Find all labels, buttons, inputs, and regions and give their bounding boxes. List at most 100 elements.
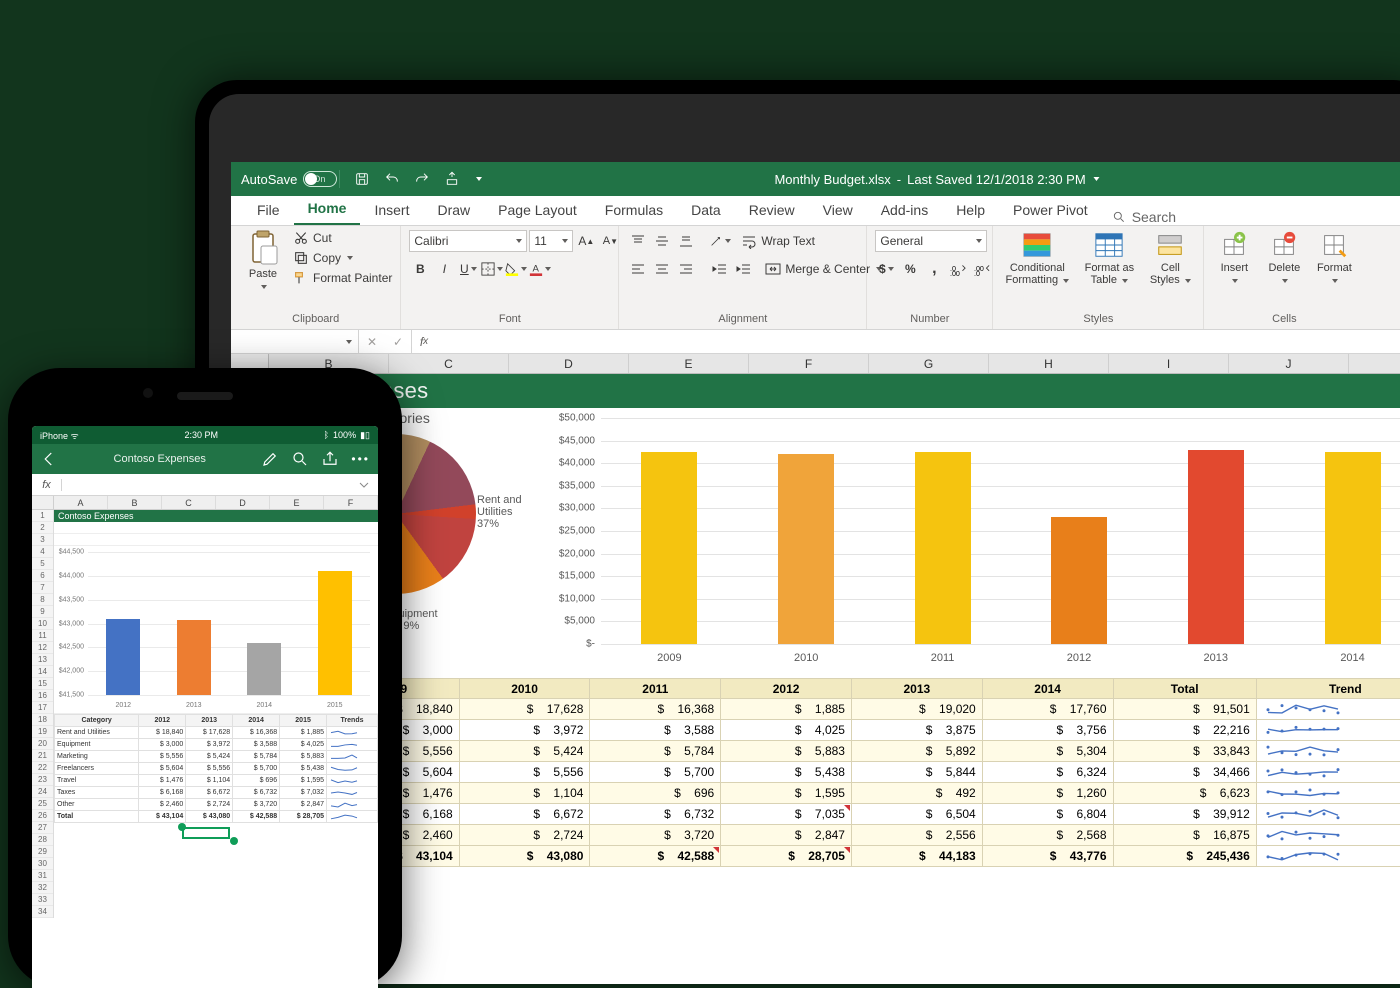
excel-desktop-window: AutoSave On Monthly Budget.xlsx - Last S… [231, 162, 1400, 984]
phone-sheet-title[interactable]: Contoso Expenses [54, 510, 378, 522]
column-header[interactable]: E [629, 354, 749, 373]
bar[interactable] [1325, 452, 1381, 644]
comma-format-icon[interactable]: , [923, 258, 945, 280]
tab-formulas[interactable]: Formulas [591, 196, 677, 225]
back-icon[interactable] [40, 450, 58, 468]
undo-icon[interactable] [384, 171, 400, 187]
fx-label[interactable]: fx [412, 330, 436, 353]
font-color-button[interactable]: A [529, 258, 551, 280]
phone-worksheet[interactable]: 1234567891011121314151617181920212223242… [32, 510, 378, 918]
qat-customize-icon[interactable] [476, 177, 482, 181]
tab-home[interactable]: Home [294, 194, 361, 225]
draw-icon[interactable] [261, 450, 279, 468]
bar[interactable] [1188, 450, 1244, 644]
bold-button[interactable]: B [409, 258, 431, 280]
name-box[interactable] [231, 330, 359, 353]
column-header[interactable]: J [1229, 354, 1349, 373]
enter-formula-icon[interactable]: ✓ [385, 335, 411, 349]
document-title[interactable]: Monthly Budget.xlsx - Last Saved 12/1/20… [774, 172, 1099, 187]
delete-cells-button[interactable]: Delete [1262, 230, 1306, 286]
decrease-font-icon[interactable]: A▼ [599, 230, 621, 252]
copy-button[interactable]: Copy [293, 250, 392, 266]
align-top-icon[interactable] [627, 230, 649, 252]
paste-button[interactable]: Paste [239, 230, 287, 292]
borders-button[interactable] [481, 258, 503, 280]
more-icon[interactable]: ••• [351, 452, 370, 466]
sheet-title-cell[interactable]: Contoso Expenses [231, 374, 1400, 408]
cell-styles-button[interactable]: Cell Styles [1145, 230, 1195, 286]
bar-chart[interactable]: $-$5,000$10,000$15,000$20,000$25,000$30,… [561, 408, 1400, 678]
tab-view[interactable]: View [809, 196, 867, 225]
column-header[interactable]: H [989, 354, 1109, 373]
column-header[interactable]: C [162, 496, 216, 509]
expenses-table[interactable]: 200920102011201220132014TotalTrendUtilit… [231, 678, 1400, 867]
cut-button[interactable]: Cut [293, 230, 392, 246]
touch-mode-icon[interactable] [444, 171, 460, 187]
percent-format-icon[interactable]: % [899, 258, 921, 280]
formula-input[interactable] [436, 330, 1400, 353]
font-size-select[interactable]: 11 [529, 230, 573, 252]
column-header[interactable]: C [389, 354, 509, 373]
column-header[interactable]: G [869, 354, 989, 373]
tab-review[interactable]: Review [735, 196, 809, 225]
autosave-toggle[interactable]: AutoSave On [241, 171, 325, 187]
increase-font-icon[interactable]: A▲ [575, 230, 597, 252]
column-header[interactable]: I [1109, 354, 1229, 373]
phone-bar-chart[interactable]: $44,500$44,000$43,500$43,000$42,500$42,0… [54, 546, 378, 714]
column-header[interactable]: D [509, 354, 629, 373]
phone-fx-expand-icon[interactable] [350, 479, 378, 491]
worksheet[interactable]: Contoso Expenses Categories Other7% Taxe… [231, 374, 1400, 867]
underline-button[interactable]: U [457, 258, 479, 280]
tab-page-layout[interactable]: Page Layout [484, 196, 591, 225]
autosave-switch[interactable] [303, 171, 337, 187]
column-header[interactable]: B [108, 496, 162, 509]
insert-cells-button[interactable]: Insert [1212, 230, 1256, 286]
save-icon[interactable] [354, 171, 370, 187]
conditional-formatting-button[interactable]: Conditional Formatting [1001, 230, 1073, 286]
wrap-text-button[interactable]: Wrap Text [741, 233, 815, 249]
orientation-icon[interactable] [709, 230, 731, 252]
redo-icon[interactable] [414, 171, 430, 187]
bar[interactable] [641, 452, 697, 644]
column-header[interactable]: F [324, 496, 378, 509]
decrease-decimal-icon[interactable]: .00.0 [971, 258, 993, 280]
format-painter-button[interactable]: Format Painter [293, 270, 392, 286]
bar[interactable] [778, 454, 834, 644]
tab-power-pivot[interactable]: Power Pivot [999, 196, 1102, 225]
align-center-icon[interactable] [651, 258, 673, 280]
align-middle-icon[interactable] [651, 230, 673, 252]
increase-indent-icon[interactable] [733, 258, 755, 280]
tab-insert[interactable]: Insert [360, 196, 423, 225]
tab-data[interactable]: Data [677, 196, 735, 225]
merge-center-button[interactable]: Merge & Center [765, 261, 882, 277]
bar[interactable] [1051, 517, 1107, 644]
align-right-icon[interactable] [675, 258, 697, 280]
tab-file[interactable]: File [243, 196, 294, 225]
tab-draw[interactable]: Draw [423, 196, 484, 225]
align-left-icon[interactable] [627, 258, 649, 280]
column-header[interactable]: E [270, 496, 324, 509]
cancel-formula-icon[interactable]: ✕ [359, 335, 385, 349]
align-bottom-icon[interactable] [675, 230, 697, 252]
phone-doc-title[interactable]: Contoso Expenses [114, 453, 206, 465]
column-header[interactable]: F [749, 354, 869, 373]
format-as-table-button[interactable]: Format as Table [1079, 230, 1139, 286]
increase-decimal-icon[interactable]: .0.00 [947, 258, 969, 280]
phone-formula-bar[interactable]: fx [32, 474, 378, 496]
column-header[interactable]: D [216, 496, 270, 509]
tell-me-search[interactable]: Search [1112, 209, 1176, 225]
tab-help[interactable]: Help [942, 196, 999, 225]
phone-expenses-table[interactable]: Category2012201320142015TrendsRent and U… [54, 714, 378, 823]
column-header[interactable]: A [54, 496, 108, 509]
fill-color-button[interactable] [505, 258, 527, 280]
accounting-format-icon[interactable]: $ [875, 258, 897, 280]
italic-button[interactable]: I [433, 258, 455, 280]
decrease-indent-icon[interactable] [709, 258, 731, 280]
format-cells-button[interactable]: Format [1312, 230, 1356, 286]
search-icon[interactable] [291, 450, 309, 468]
number-format-select[interactable]: General [875, 230, 987, 252]
share-icon[interactable] [321, 450, 339, 468]
bar[interactable] [915, 452, 971, 644]
font-name-select[interactable]: Calibri [409, 230, 527, 252]
tab-add-ins[interactable]: Add-ins [867, 196, 942, 225]
